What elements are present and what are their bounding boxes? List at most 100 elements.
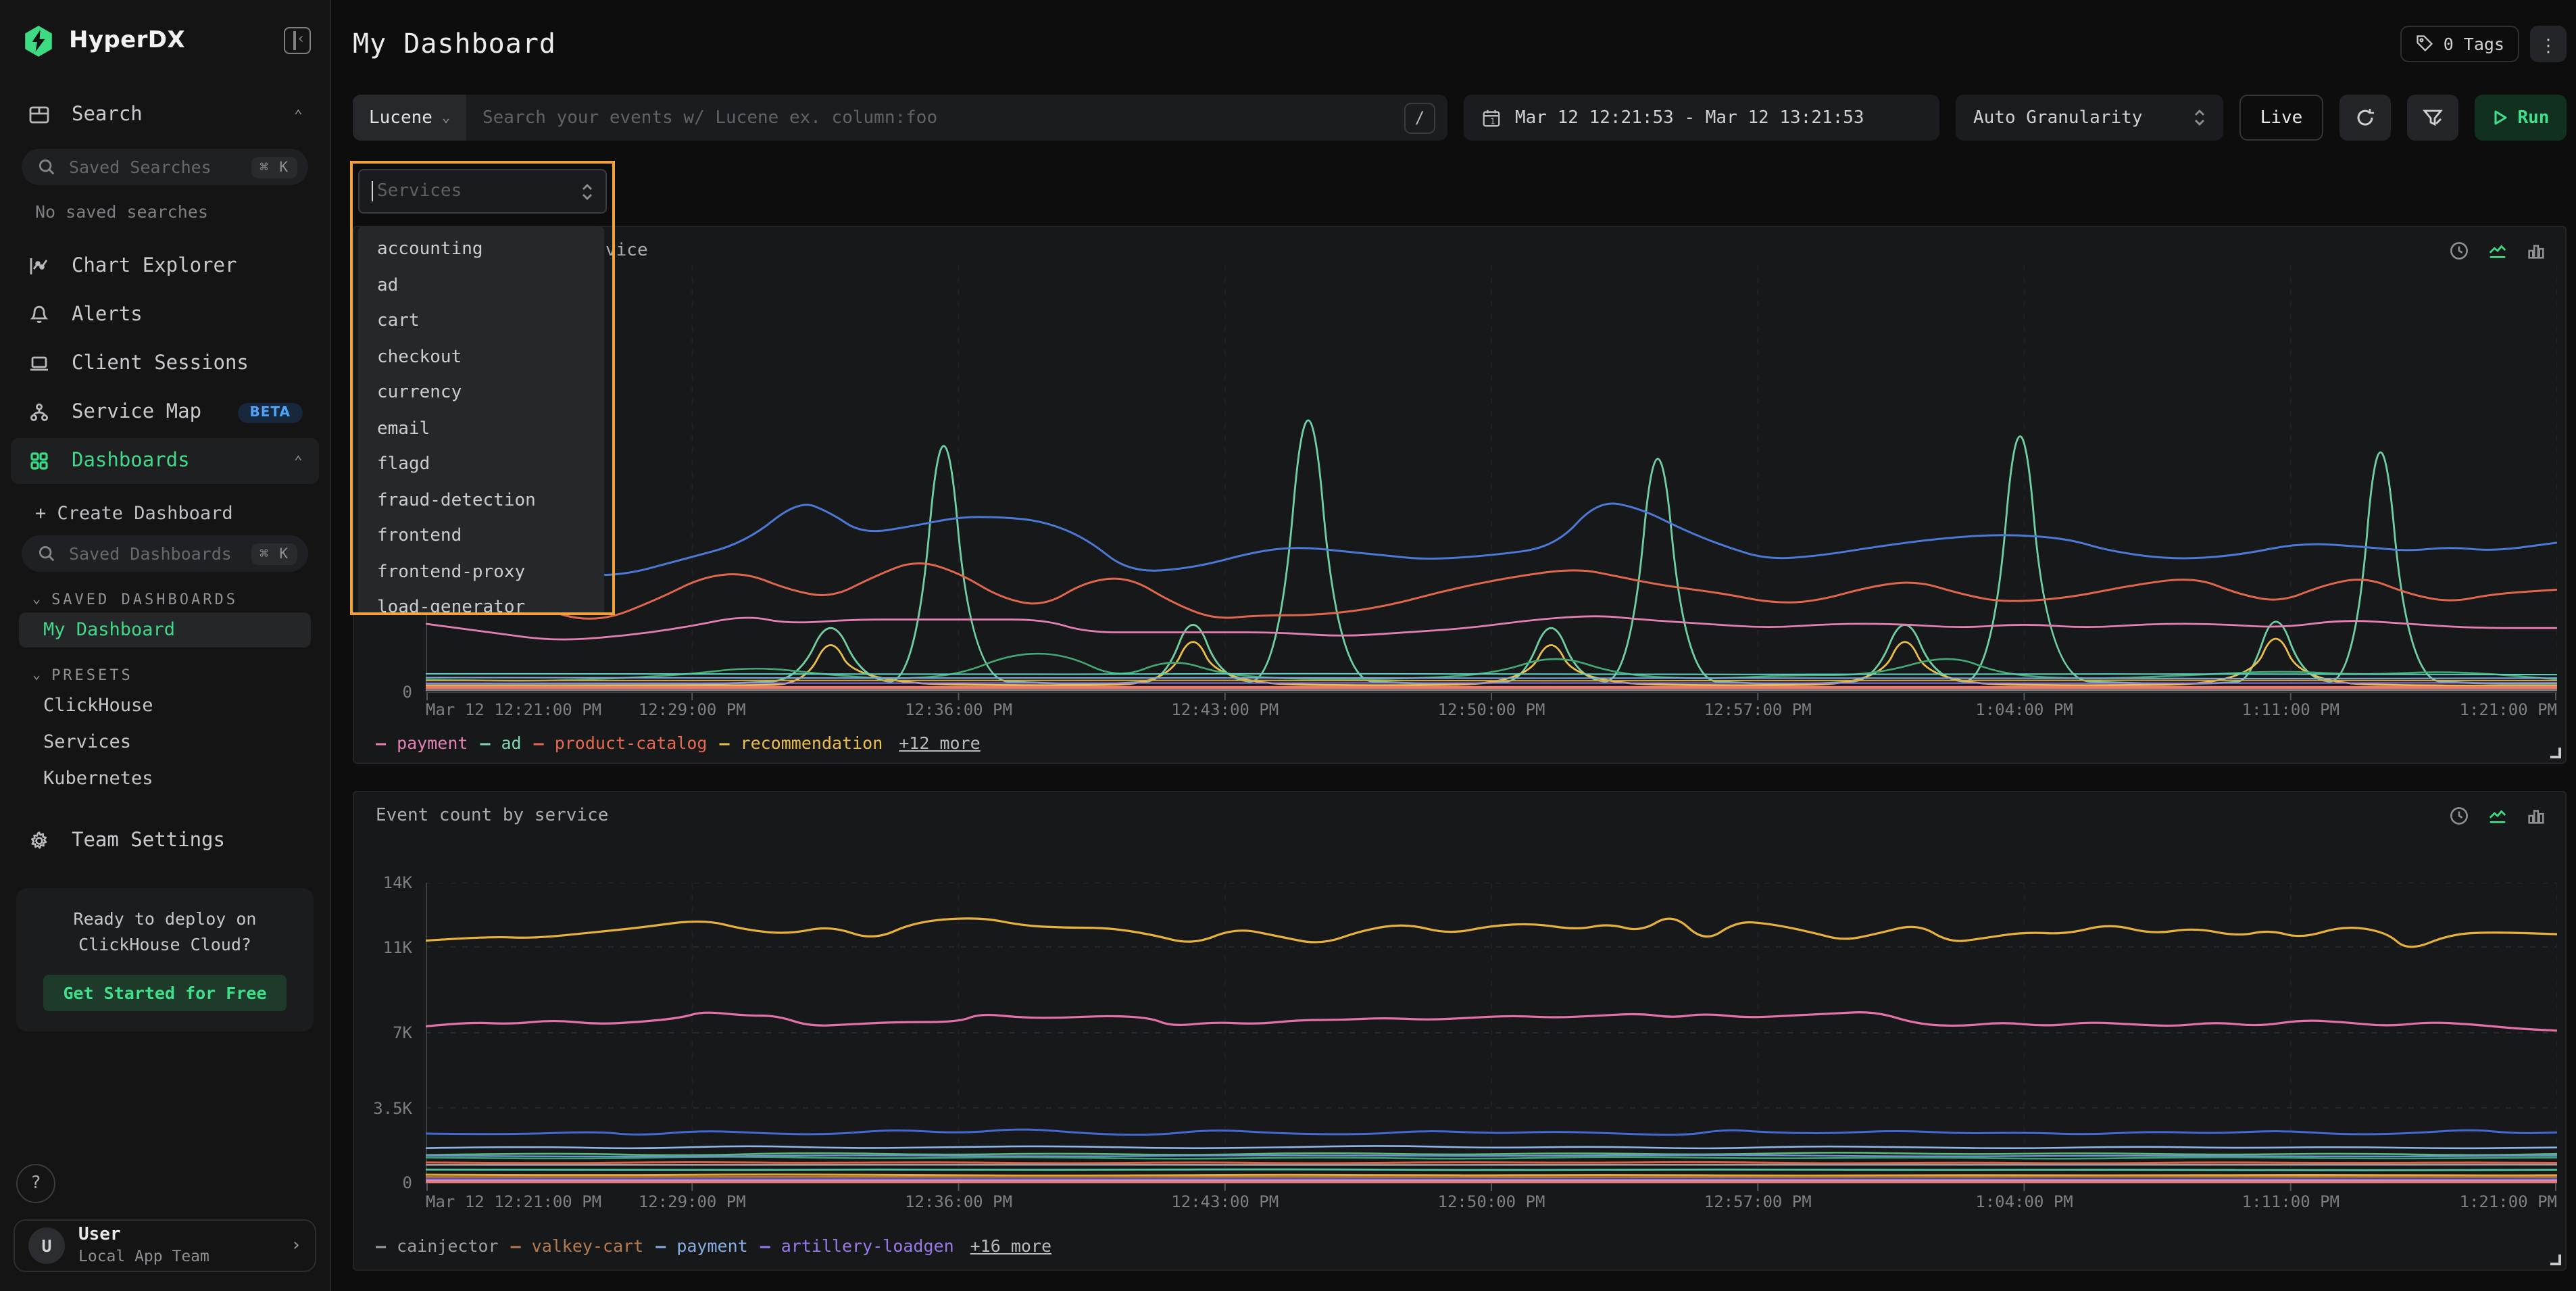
tags-label: 0 Tags: [2444, 33, 2504, 53]
plot-area[interactable]: [426, 883, 2557, 1183]
sidebar-item-search[interactable]: Search ⌃: [11, 92, 319, 138]
legend-swatch: —: [511, 1236, 520, 1256]
text-caret: [372, 181, 373, 201]
sidebar-item-client-sessions[interactable]: Client Sessions: [11, 341, 319, 387]
cloud-card-text: Ready to deploy on ClickHouse Cloud?: [32, 906, 297, 958]
legend-swatch: —: [534, 733, 543, 753]
services-select-input[interactable]: [374, 180, 581, 203]
service-option[interactable]: frontend: [358, 519, 604, 555]
chart-series-line: [426, 1156, 2557, 1159]
sidebar-item-label: Service Map: [72, 401, 201, 423]
saved-dashboards-input[interactable]: [66, 542, 241, 565]
clock-icon[interactable]: [2449, 241, 2469, 261]
y-tick-label: 0: [403, 1173, 412, 1192]
legend-label[interactable]: payment: [676, 1236, 747, 1256]
service-option[interactable]: accounting: [358, 233, 604, 268]
saved-searches-input[interactable]: [66, 155, 241, 178]
service-option[interactable]: frontend-proxy: [358, 555, 604, 591]
sidebar-item-team-settings[interactable]: Team Settings: [11, 818, 319, 864]
line-chart-icon[interactable]: [2487, 241, 2508, 261]
sidebar-item-dashboards[interactable]: Dashboards ⌃: [11, 438, 319, 484]
service-option[interactable]: currency: [358, 376, 604, 412]
time-range-picker[interactable]: 1 Mar 12 12:21:53 - Mar 12 13:21:53: [1464, 95, 1939, 141]
kebab-menu-button[interactable]: ⋮: [2530, 25, 2567, 62]
legend-label[interactable]: artillery-loadgen: [781, 1236, 954, 1256]
tags-button[interactable]: 0 Tags: [2400, 25, 2519, 62]
legend-label[interactable]: product-catalog: [555, 733, 708, 753]
x-tick-label: 1:11:00 PM: [2242, 1192, 2340, 1211]
user-name: User: [78, 1225, 209, 1247]
user-card[interactable]: U User Local App Team ›: [14, 1219, 316, 1272]
sidebar-item-alerts[interactable]: Alerts: [11, 292, 319, 338]
legend-label[interactable]: cainjector: [397, 1236, 499, 1256]
x-tick-label: 12:29:00 PM: [639, 700, 746, 719]
list-item[interactable]: My Dashboard: [19, 612, 311, 648]
legend-more-link[interactable]: +16 more: [970, 1236, 1051, 1256]
legend-swatch: —: [719, 733, 728, 753]
services-dropdown: accountingadcartcheckoutcurrencyemailfla…: [350, 161, 615, 615]
help-icon[interactable]: ?: [16, 1164, 55, 1203]
legend-label[interactable]: valkey-cart: [532, 1236, 644, 1256]
create-dashboard-button[interactable]: + Create Dashboard: [11, 484, 319, 525]
chevron-up-icon[interactable]: ⌃: [294, 452, 303, 470]
service-option[interactable]: load-generator: [358, 591, 604, 615]
x-axis-labels: Mar 12 12:21:00 PM12:29:00 PM12:36:00 PM…: [426, 1192, 2557, 1213]
bar-chart-icon[interactable]: [2526, 241, 2546, 261]
live-button[interactable]: Live: [2239, 95, 2323, 141]
app-root: HyperDX Search ⌃ ⌘ K No sa: [0, 0, 2576, 1291]
saved-dashboards-group-header[interactable]: ⌄ SAVED DASHBOARDS: [11, 572, 319, 611]
chevron-up-icon[interactable]: ⌃: [294, 106, 303, 124]
line-chart-icon[interactable]: [2487, 806, 2508, 826]
plot-area[interactable]: [426, 265, 2557, 692]
list-item[interactable]: Kubernetes: [19, 761, 311, 796]
run-button[interactable]: Run: [2475, 95, 2567, 141]
service-option[interactable]: cart: [358, 304, 604, 340]
event-search-input[interactable]: [466, 95, 1404, 141]
list-item[interactable]: Services: [19, 725, 311, 760]
granularity-select[interactable]: Auto Granularity: [1956, 95, 2223, 141]
refresh-button[interactable]: [2339, 95, 2391, 141]
svg-text:1: 1: [1490, 116, 1495, 125]
legend-swatch: —: [480, 733, 489, 753]
tag-icon: [2415, 34, 2434, 53]
service-option[interactable]: flagd: [358, 447, 604, 483]
get-started-button[interactable]: Get Started for Free: [43, 975, 287, 1011]
y-tick-label: 0: [403, 683, 412, 702]
service-option[interactable]: checkout: [358, 340, 604, 376]
service-option[interactable]: ad: [358, 268, 604, 304]
no-saved-searches-text: No saved searches: [11, 185, 319, 224]
clock-icon[interactable]: [2449, 806, 2469, 826]
chart-series-line: [426, 1162, 2557, 1163]
x-tick-label: 1:04:00 PM: [1975, 1192, 2073, 1211]
sidebar-item-chart-explorer[interactable]: Chart Explorer: [11, 243, 319, 289]
legend-more-link[interactable]: +12 more: [899, 733, 980, 753]
legend-label[interactable]: payment: [397, 733, 468, 753]
legend-label[interactable]: ad: [501, 733, 522, 753]
calendar-icon: 1: [1481, 107, 1502, 128]
list-item[interactable]: ClickHouse: [19, 688, 311, 723]
hyperdx-logo-icon: [22, 24, 55, 57]
resize-handle[interactable]: [2550, 748, 2561, 758]
saved-dashboards-input-wrap: ⌘ K: [22, 535, 308, 572]
chevron-down-icon: ⌄: [32, 668, 41, 683]
group-label: SAVED DASHBOARDS: [51, 591, 238, 608]
filter-button[interactable]: [2407, 95, 2458, 141]
gear-icon: [27, 829, 50, 852]
resize-handle[interactable]: [2550, 1255, 2561, 1265]
bar-chart-icon[interactable]: [2526, 806, 2546, 826]
y-axis-labels: 03.5K7K11K14K: [354, 883, 419, 1183]
legend-label[interactable]: recommendation: [741, 733, 883, 753]
legend-swatch: —: [376, 1236, 385, 1256]
x-tick-label: 12:57:00 PM: [1704, 700, 1812, 719]
service-option[interactable]: fraud-detection: [358, 483, 604, 519]
sidebar-item-label: Alerts: [72, 304, 143, 326]
chart-panel-latency: vice 0 Mar 12 12:21:00 PM12:29:00 PM12:3…: [353, 226, 2567, 764]
granularity-label: Auto Granularity: [1973, 107, 2142, 128]
presets-group-header[interactable]: ⌄ PRESETS: [11, 648, 319, 687]
sidebar-item-service-map[interactable]: Service Map BETA: [11, 389, 319, 435]
legend-swatch: —: [655, 1236, 664, 1256]
language-select[interactable]: Lucene ⌄: [353, 95, 466, 141]
service-option[interactable]: email: [358, 412, 604, 447]
sidebar-collapse-icon[interactable]: [284, 27, 311, 54]
logo-row: HyperDX: [0, 0, 330, 59]
